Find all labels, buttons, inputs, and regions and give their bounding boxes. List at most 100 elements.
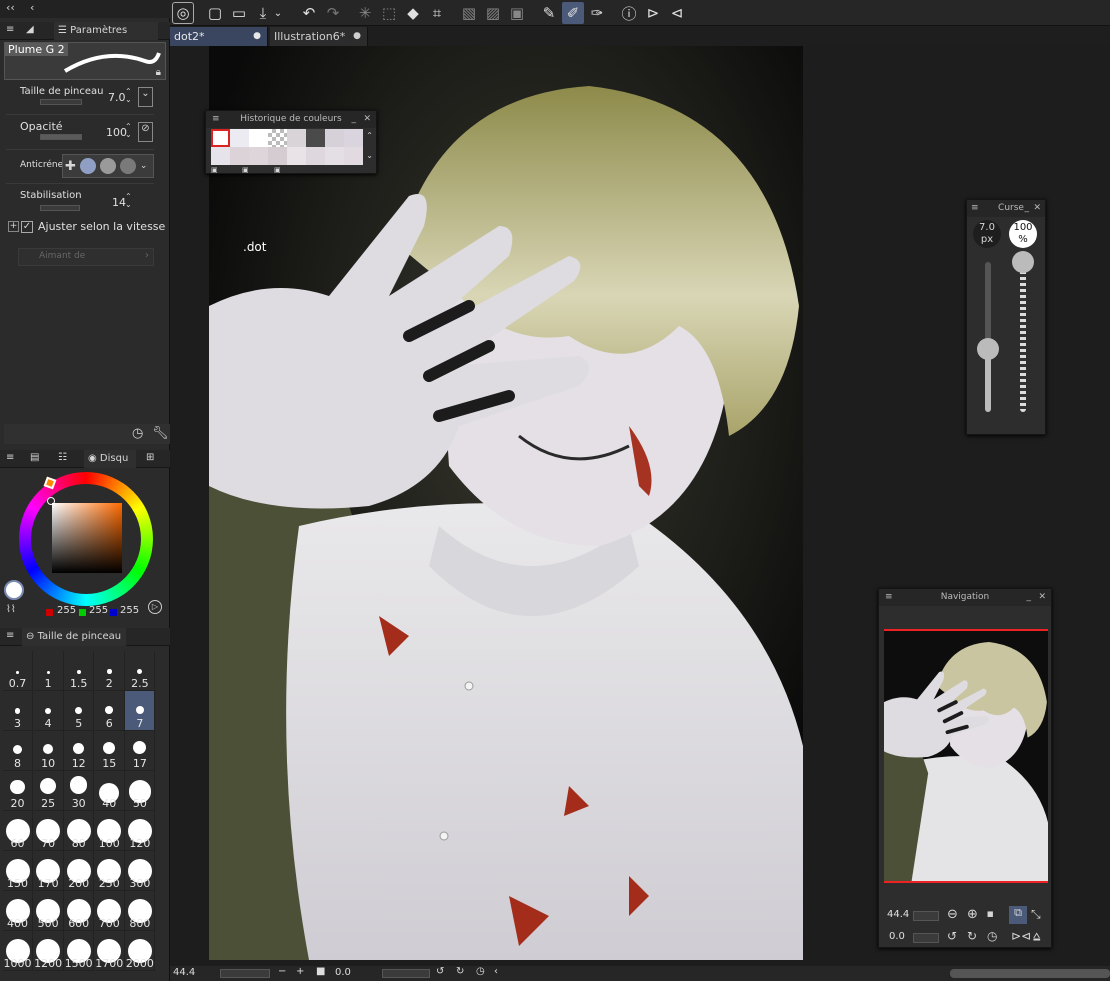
fit-navigator-icon[interactable]: ⧉: [1009, 906, 1027, 924]
history-swatch[interactable]: [325, 129, 344, 147]
transform-icon[interactable]: ⌗: [426, 2, 448, 24]
artwork-canvas[interactable]: .dot: [209, 46, 803, 960]
antialias-selector[interactable]: ✚ ⌄: [62, 154, 154, 178]
history-swatch[interactable]: [344, 147, 363, 165]
brush-size-cell[interactable]: 50: [125, 771, 156, 811]
brush-size-tab[interactable]: ⊖ Taille de pinceau: [22, 628, 126, 646]
brush-size-cell[interactable]: 1500: [64, 931, 95, 971]
minimize-icon[interactable]: _: [1027, 589, 1032, 606]
brush-preview[interactable]: Plume G 2 🔒︎: [4, 42, 166, 80]
chevron-left-icon[interactable]: ‹: [30, 1, 34, 14]
scroll-up-icon[interactable]: ⌃: [366, 131, 373, 140]
brush-size-cell[interactable]: 500: [33, 891, 64, 931]
hue-marker[interactable]: [43, 476, 57, 490]
open-file-icon[interactable]: ▭: [228, 2, 250, 24]
status-zoom-slider[interactable]: [220, 969, 270, 978]
opacity-blend-icon[interactable]: ⊘: [138, 122, 153, 142]
flip-vertical-icon[interactable]: ⩠: [1033, 929, 1040, 944]
set-history-icon[interactable]: ▣: [242, 166, 249, 174]
nav-rotation-value[interactable]: 0.0: [889, 931, 905, 942]
close-icon[interactable]: ✕: [363, 111, 371, 128]
help-icon[interactable]: ⓘ: [618, 2, 640, 24]
history-swatch[interactable]: [249, 147, 268, 165]
clear-selection-icon[interactable]: ▧: [458, 2, 480, 24]
history-swatch[interactable]: [230, 129, 249, 147]
brush-size-cell[interactable]: 2: [94, 651, 125, 691]
cursor-opacity-badge[interactable]: 100 %: [1009, 220, 1037, 248]
snap-row[interactable]: Aimant de ›: [18, 248, 154, 266]
brush-size-cell[interactable]: 12: [64, 731, 95, 771]
history-swatch[interactable]: [211, 147, 230, 165]
status-angle-value[interactable]: 0.0: [335, 967, 351, 978]
stabilization-value[interactable]: 14: [112, 196, 126, 209]
color-wheel-tab[interactable]: ◉ Disqu: [84, 450, 136, 468]
cursor-size-slider-thumb[interactable]: [977, 338, 999, 360]
brush-size-cell[interactable]: 700: [94, 891, 125, 931]
close-icon[interactable]: ✕: [1038, 589, 1046, 606]
brush-size-cell[interactable]: 30: [64, 771, 95, 811]
chevron-down-icon[interactable]: ⌄: [272, 2, 284, 24]
intermediate-color-tab-icon[interactable]: ☷: [58, 452, 67, 463]
nav-zoom-slider[interactable]: [913, 911, 939, 921]
zoom-in-icon[interactable]: ⊕: [967, 907, 978, 922]
color-picker-marker[interactable]: [47, 497, 55, 505]
history-swatch[interactable]: [268, 129, 287, 147]
transparent-color-icon[interactable]: ⌇⌇: [6, 604, 16, 615]
speed-checkbox[interactable]: ✓: [21, 221, 33, 233]
brush-size-cell[interactable]: 2.5: [125, 651, 156, 691]
history-swatch[interactable]: [230, 147, 249, 165]
navigation-preview[interactable]: [884, 629, 1048, 883]
flip-horizontal-icon[interactable]: ⊳⊲: [1011, 929, 1031, 943]
brush-size-cell[interactable]: 10: [33, 731, 64, 771]
collapse-left-icon[interactable]: ‹‹: [6, 1, 15, 14]
cursor-opacity-slider-track[interactable]: [1020, 262, 1026, 412]
lock-icon[interactable]: 🔒︎: [156, 67, 161, 78]
brush-size-cell[interactable]: 25: [33, 771, 64, 811]
minimize-icon[interactable]: _: [1025, 200, 1030, 217]
zoom-out-icon[interactable]: ⊖: [947, 907, 958, 922]
status-zoom-value[interactable]: 44.4: [173, 967, 195, 978]
brush-size-cell[interactable]: 1.5: [64, 651, 95, 691]
close-icon[interactable]: ✕: [1033, 200, 1041, 217]
expand-icon[interactable]: +: [8, 221, 19, 232]
brush-size-cell[interactable]: 400: [3, 891, 33, 931]
opacity-stepper-icon[interactable]: ⌃ ⌄: [125, 123, 132, 139]
status-collapse-icon[interactable]: ‹: [494, 966, 498, 977]
frame-icon[interactable]: ▣: [506, 2, 528, 24]
brush-size-cell[interactable]: 1: [33, 651, 64, 691]
save-icon[interactable]: ⤓: [252, 2, 274, 24]
brush-size-cell[interactable]: 170: [33, 851, 64, 891]
brush-size-cell[interactable]: 8: [3, 731, 33, 771]
history-swatch[interactable]: [344, 129, 363, 147]
brush-size-cell[interactable]: 3: [3, 691, 33, 731]
new-file-icon[interactable]: ▢: [204, 2, 226, 24]
brush-size-cell[interactable]: 15: [94, 731, 125, 771]
blue-value[interactable]: 255: [120, 605, 139, 616]
history-swatch[interactable]: [268, 147, 287, 165]
brush-size-cell[interactable]: 40: [94, 771, 125, 811]
history-swatch[interactable]: [325, 147, 344, 165]
history-swatch[interactable]: [211, 129, 230, 147]
tab-illustration6[interactable]: Illustration6* ●: [270, 27, 368, 46]
brush-size-cell[interactable]: 0.7: [3, 651, 33, 691]
status-reset-icon[interactable]: ◷: [476, 966, 485, 977]
antialias-strong-icon[interactable]: [119, 158, 136, 174]
nav-rotation-slider[interactable]: [913, 933, 939, 943]
opacity-value[interactable]: 100: [106, 126, 127, 139]
brush-size-cell[interactable]: 6: [94, 691, 125, 731]
saturation-value-square[interactable]: [52, 503, 122, 573]
actual-size-icon[interactable]: ⏹: [987, 907, 994, 922]
chevron-down-icon[interactable]: ⌄: [140, 161, 148, 171]
antialias-medium-icon[interactable]: [99, 158, 116, 174]
brush-size-cell[interactable]: 60: [3, 811, 33, 851]
antialias-weak-icon[interactable]: [79, 158, 96, 174]
undo-icon[interactable]: ↶: [298, 2, 320, 24]
brush-size-cell[interactable]: 20: [3, 771, 33, 811]
opacity-slider[interactable]: [40, 134, 82, 140]
green-value[interactable]: 255: [89, 605, 108, 616]
horizontal-scrollbar[interactable]: [950, 969, 1110, 978]
tab-dot2[interactable]: dot2* ●: [170, 27, 268, 46]
brush-size-cell[interactable]: 5: [64, 691, 95, 731]
tool-tab-icon[interactable]: ◢: [26, 24, 34, 35]
stabilization-slider[interactable]: [40, 205, 80, 211]
